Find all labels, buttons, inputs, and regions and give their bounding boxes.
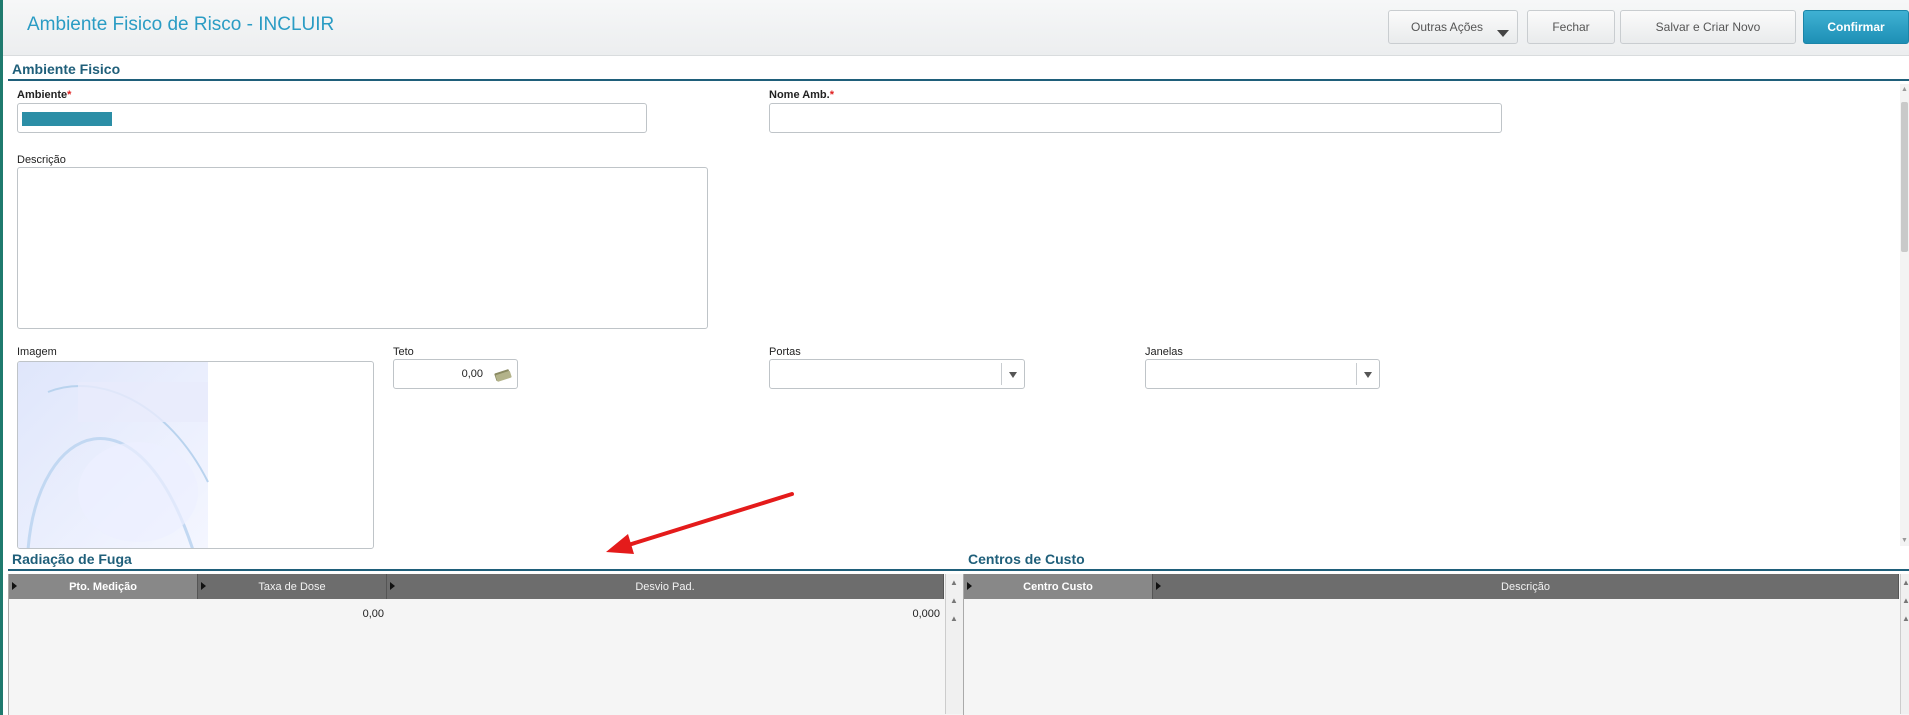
dropdown-arrow-icon[interactable]	[1364, 372, 1372, 378]
section-title-centros-custo: Centros de Custo	[968, 551, 1085, 567]
section-divider	[8, 79, 1909, 81]
imagem-picture[interactable]	[17, 361, 374, 549]
teto-input[interactable]: 0,00	[393, 359, 518, 389]
table-row[interactable]: 0,00 0,000	[9, 608, 944, 624]
cell-taxa-dose: 0,00	[362, 608, 384, 620]
grid-header: Pto. Medição Taxa de Dose Desvio Pad.	[9, 574, 944, 599]
column-header-taxa-dose[interactable]: Taxa de Dose	[198, 574, 387, 599]
column-arrow-icon	[390, 582, 395, 590]
section-title-ambiente-fisico: Ambiente Fisico	[12, 61, 121, 77]
scroll-up-icon[interactable]: ▲	[1902, 596, 1909, 605]
selected-text-highlight	[22, 112, 112, 126]
select-separator	[1356, 363, 1357, 385]
column-header-descricao[interactable]: Descrição	[1153, 574, 1899, 599]
annotation-arrow-icon	[606, 492, 794, 554]
portas-select[interactable]	[769, 359, 1025, 389]
descricao-label: Descrição	[17, 154, 66, 166]
select-separator	[1001, 363, 1002, 385]
scroll-down-icon[interactable]: ▼	[1901, 537, 1908, 544]
page-header: Ambiente Fisico de Risco - INCLUIR Outra…	[3, 0, 1909, 56]
scroll-up-icon[interactable]: ▲	[1902, 578, 1909, 587]
dropdown-arrow-icon[interactable]	[1009, 372, 1017, 378]
teto-value: 0,00	[461, 368, 483, 380]
column-header-pto-medicao[interactable]: Pto. Medição	[9, 574, 198, 599]
column-arrow-icon	[201, 582, 206, 590]
confirmar-button[interactable]: Confirmar	[1803, 10, 1909, 44]
scroll-up-icon[interactable]: ▲	[950, 614, 958, 623]
column-arrow-icon	[1156, 582, 1161, 590]
page-title: Ambiente Fisico de Risco - INCLUIR	[27, 14, 335, 35]
descricao-textarea[interactable]	[17, 167, 708, 329]
form-scrollbar[interactable]: ▲ ▼	[1900, 84, 1909, 546]
column-header-centro-custo[interactable]: Centro Custo	[964, 574, 1153, 599]
section-divider	[963, 569, 1909, 571]
grid-scrollbar[interactable]: ▲ ▲ ▲	[945, 574, 963, 714]
grid-scrollbar[interactable]: ▲ ▲ ▲	[1900, 574, 1909, 714]
cell-desvio-pad: 0,000	[912, 608, 940, 620]
ambiente-label: Ambiente*	[17, 89, 72, 101]
section-divider	[8, 569, 963, 571]
scrollbar-thumb[interactable]	[1901, 102, 1908, 252]
placeholder-image	[18, 362, 209, 548]
janelas-label: Janelas	[1145, 346, 1183, 358]
ambiente-input[interactable]	[17, 103, 647, 133]
chevron-down-icon	[1497, 30, 1509, 37]
scroll-up-icon[interactable]: ▲	[950, 596, 958, 605]
radiacao-grid: Pto. Medição Taxa de Dose Desvio Pad. 0,…	[8, 574, 963, 715]
outras-acoes-button[interactable]: Outras Ações	[1388, 10, 1518, 44]
salvar-criar-novo-button[interactable]: Salvar e Criar Novo	[1620, 10, 1796, 44]
section-title-radiacao: Radiação de Fuga	[12, 551, 132, 567]
imagem-label: Imagem	[17, 346, 57, 358]
grid-header: Centro Custo Descrição	[964, 574, 1899, 599]
nome-amb-input[interactable]	[769, 103, 1502, 133]
column-arrow-icon	[967, 582, 972, 590]
fechar-button[interactable]: Fechar	[1527, 10, 1615, 44]
portas-label: Portas	[769, 346, 801, 358]
nome-amb-label: Nome Amb.*	[769, 89, 834, 101]
scroll-up-icon[interactable]: ▲	[1901, 86, 1908, 93]
centros-custo-grid: Centro Custo Descrição ▲ ▲ ▲	[963, 574, 1909, 715]
janelas-select[interactable]	[1145, 359, 1380, 389]
teto-label: Teto	[393, 346, 414, 358]
left-accent-bar	[0, 0, 3, 715]
scroll-up-icon[interactable]: ▲	[1902, 614, 1909, 623]
column-arrow-icon	[12, 582, 17, 590]
money-icon[interactable]	[493, 366, 513, 382]
outras-acoes-label: Outras Ações	[1411, 20, 1484, 34]
column-header-desvio-pad[interactable]: Desvio Pad.	[387, 574, 944, 599]
scroll-up-icon[interactable]: ▲	[950, 578, 958, 587]
